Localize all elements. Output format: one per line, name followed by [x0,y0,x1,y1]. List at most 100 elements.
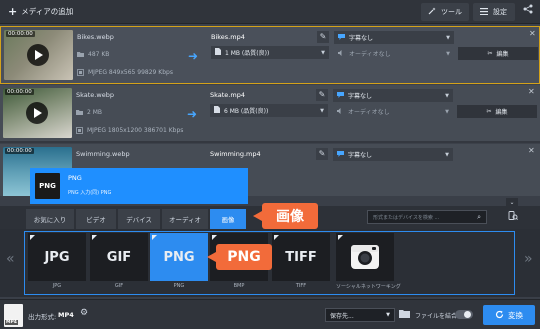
format-jpg[interactable]: JPG JPG [28,233,86,291]
tiff-tile: TIFF [272,233,330,281]
output-file-name[interactable]: Skate.mp4 [210,91,245,99]
thumbnail-time: 00:00:00 [5,148,34,154]
rename-pencil-icon[interactable]: ✎ [316,89,328,101]
format-png[interactable]: PNG PNG [150,233,208,291]
subtitles-dropdown[interactable]: 字幕なし ▼ [334,31,454,44]
popup-subtitle: PNG 入力(同) PNG [68,190,112,196]
chevron-down-icon: ▼ [445,108,449,115]
file-icon [215,48,221,57]
tab-audio[interactable]: オーディオ [162,209,208,229]
convert-label: 変換 [508,310,523,320]
format-label: PNG [173,283,185,289]
remove-file-icon[interactable]: ✕ [528,146,535,155]
scroll-right-icon[interactable]: » [524,251,533,267]
format-label: BMP [233,283,245,289]
output-size-dropdown[interactable]: 6 MB (品質(良)) ▼ [210,104,328,117]
video-thumbnail[interactable]: 00:00:00 [4,30,73,80]
subtitles-dropdown[interactable]: 字幕なし ▼ [333,89,453,102]
play-icon[interactable] [26,102,48,124]
format-label: JPG [52,283,62,289]
speaker-icon [337,107,344,116]
tab-video[interactable]: ビデオ [76,209,116,229]
speaker-icon [338,49,345,58]
convert-button[interactable]: 変換 [483,305,535,325]
bottom-bar: 出力形式: MP4 ⚙ 保存先... ▼ ファイルを結合: 変換 [0,299,540,329]
subtitles-value: 字幕なし [348,152,373,159]
source-file-size: 2 MB [76,109,102,116]
convert-arrow-icon: ➜ [188,49,199,63]
output-size-dropdown[interactable]: 1 MB (品質(良)) ▼ [211,46,329,59]
search-icon: ⌕ [477,212,481,221]
settings-label: 設定 [493,8,507,16]
audio-dropdown[interactable]: オーディオなし ▼ [333,105,453,118]
video-thumbnail[interactable]: 00:00:00 [3,88,72,138]
rename-pencil-icon[interactable]: ✎ [317,31,329,43]
tab-label: オーディオ [168,216,202,224]
output-format-value[interactable]: MP4 [58,311,74,319]
format-search-input[interactable]: 形式またはデバイスを検索 ... ⌕ [367,210,487,224]
audio-dropdown[interactable]: オーディオなし ▼ [334,47,454,60]
subtitles-dropdown[interactable]: 字幕なし ▼ [333,148,453,161]
file-icon [214,106,220,115]
gear-icon[interactable]: ⚙ [80,308,88,318]
output-file-name[interactable]: Swimming.mp4 [210,150,261,158]
mp4-file-icon [4,304,23,327]
rename-pencil-icon[interactable]: ✎ [316,148,328,160]
subtitles-icon [338,33,345,42]
tab-label: デバイス [126,216,152,224]
format-label: GIF [114,283,124,289]
output-size-value: 6 MB (品質(良)) [224,108,269,115]
play-icon[interactable] [27,44,49,66]
tab-images[interactable]: 画像 [210,209,246,229]
settings-button[interactable]: 設定 [473,3,515,21]
remove-file-icon[interactable]: ✕ [528,87,535,96]
tab-favorites[interactable]: お気に入り [26,209,74,229]
chevron-down-icon: ▼ [446,34,450,41]
source-file-info: MJPEG 849x565 99829 Kbps [77,69,173,76]
edit-label: 編集 [495,109,508,116]
source-file-name: Swimming.webp [76,150,130,158]
format-social-networking[interactable]: ソーシャルネットワーキング [336,233,401,291]
remove-file-icon[interactable]: ✕ [529,29,536,38]
tab-label: 画像 [221,216,235,224]
refresh-icon [495,310,504,321]
edit-button[interactable]: ✂ 編集 [458,47,538,60]
source-file-info: MJPEG 1805x1200 386701 Kbps [76,127,183,134]
source-file-name: Bikes.webp [77,33,114,41]
subtitles-value: 字幕なし [348,93,373,100]
add-media-button[interactable]: + メディアの追加 [2,2,80,21]
folder-icon [76,109,83,116]
edit-button[interactable]: ✂ 編集 [457,105,537,118]
source-info-value: MJPEG 849x565 99829 Kbps [88,69,173,76]
merge-files-toggle[interactable] [455,310,473,319]
social-tile [336,233,394,281]
format-info-popup: PNG PNG PNG 入力(同) PNG [30,168,248,204]
tools-button[interactable]: ツール [421,3,469,21]
save-to-dropdown[interactable]: 保存先... ▼ [325,308,395,322]
annotation-callout-format: PNG [207,244,272,270]
popup-title: PNG [68,174,82,182]
subtitles-icon [337,150,344,159]
edit-label: 編集 [496,51,509,58]
share-icon[interactable] [520,4,536,20]
audio-value: オーディオなし [349,51,391,58]
chevron-down-icon: ▼ [445,151,449,158]
format-label: TIFF [295,283,307,289]
folder-icon[interactable] [399,309,411,320]
jpg-tile: JPG [28,233,86,281]
device-detect-icon[interactable] [506,211,520,224]
scissors-icon: ✂ [487,50,493,57]
file-row[interactable]: 00:00:00 Skate.webp 2 MB MJPEG 1805x1200… [0,85,540,143]
subtitles-icon [337,91,344,100]
output-file-name[interactable]: Bikes.mp4 [211,33,245,41]
scroll-left-icon[interactable]: « [6,251,15,267]
source-size-value: 487 KB [88,51,110,58]
format-gif[interactable]: GIF GIF [90,233,148,291]
thumbnail-time: 00:00:00 [6,31,35,37]
file-row[interactable]: 00:00:00 Bikes.webp 487 KB MJPEG 849x565… [0,26,540,84]
tab-devices[interactable]: デバイス [118,209,160,229]
chevron-down-icon: ▼ [386,312,390,318]
output-size-value: 1 MB (品質(良)) [225,50,270,57]
format-tiff[interactable]: TIFF TIFF [272,233,330,291]
chevron-down-icon: ▼ [446,50,450,57]
